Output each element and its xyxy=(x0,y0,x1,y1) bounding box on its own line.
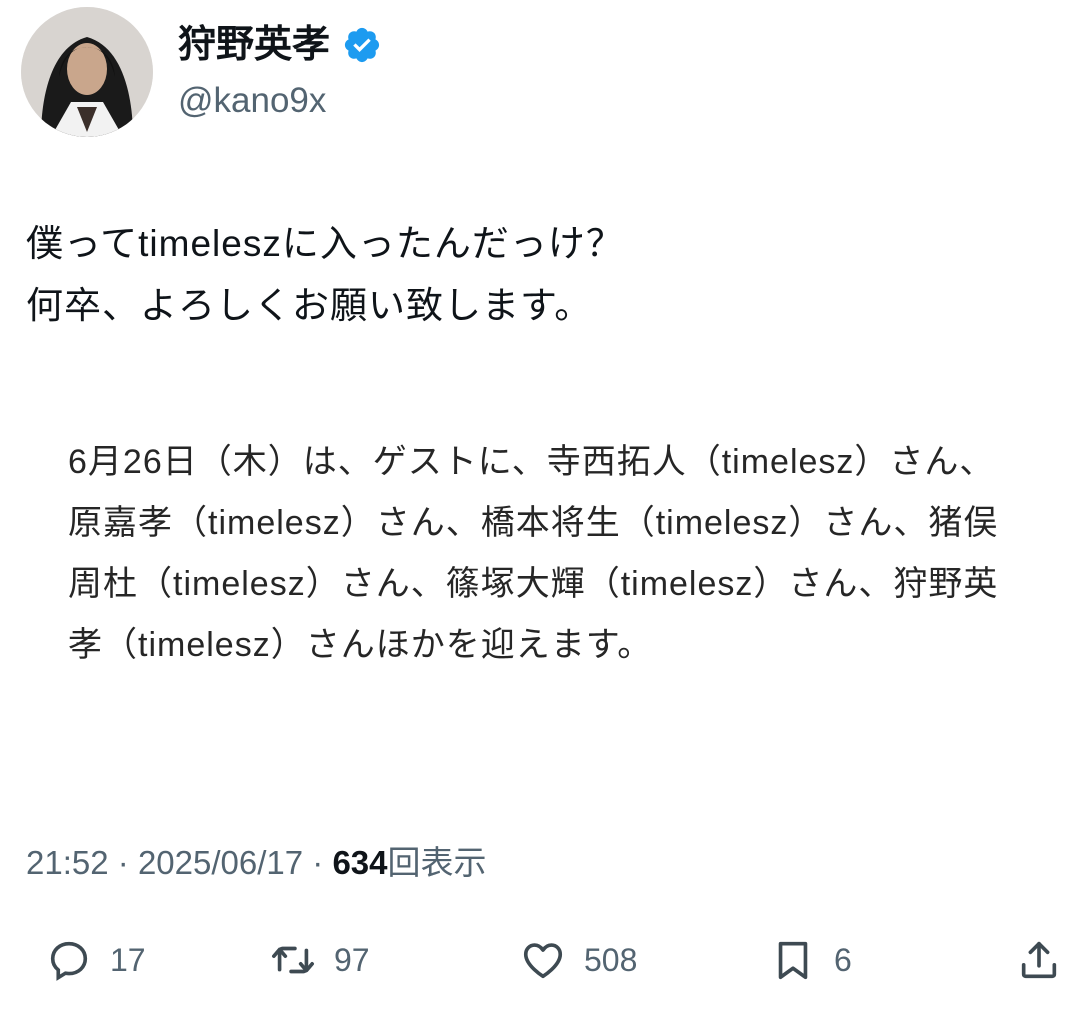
verified-badge-icon xyxy=(342,25,382,65)
reply-icon xyxy=(46,937,92,983)
tweet-text: 僕ってtimeleszに入ったんだっけ？ 何卒、よろしくお願い致します。 xyxy=(26,223,624,326)
views-label: 回表示 xyxy=(387,844,487,881)
retweet-count: 97 xyxy=(334,941,370,978)
bookmark-count: 6 xyxy=(834,941,852,978)
reply-button[interactable]: 17 xyxy=(46,933,146,987)
heart-icon xyxy=(520,937,566,983)
quoted-text: 6月26日（木）は、ゲストに、寺西拓人（timelesz）さん、原嘉孝（time… xyxy=(68,443,999,664)
author-display-name[interactable]: 狩野英孝 xyxy=(178,18,330,72)
bookmark-icon xyxy=(770,937,816,983)
like-count: 508 xyxy=(584,941,638,978)
retweet-button[interactable]: 97 xyxy=(270,933,370,987)
tweet-meta: 21:52 · 2025/06/17 · 634回表示 xyxy=(26,838,487,888)
like-button[interactable]: 508 xyxy=(520,933,637,987)
meta-separator: · xyxy=(312,844,324,881)
share-icon xyxy=(1016,937,1062,983)
bookmark-button[interactable]: 6 xyxy=(770,933,852,987)
tweet-time[interactable]: 21:52 xyxy=(26,844,109,881)
tweet-date[interactable]: 2025/06/17 xyxy=(138,844,303,881)
reply-count: 17 xyxy=(110,941,146,978)
retweet-icon xyxy=(270,937,316,983)
meta-separator: · xyxy=(117,844,129,881)
author-handle[interactable]: @kano9x xyxy=(178,76,326,126)
views-count: 634 xyxy=(332,844,388,881)
author-display-name-row[interactable]: 狩野英孝 xyxy=(178,18,382,72)
avatar[interactable] xyxy=(21,7,153,137)
share-button[interactable] xyxy=(1016,933,1062,987)
